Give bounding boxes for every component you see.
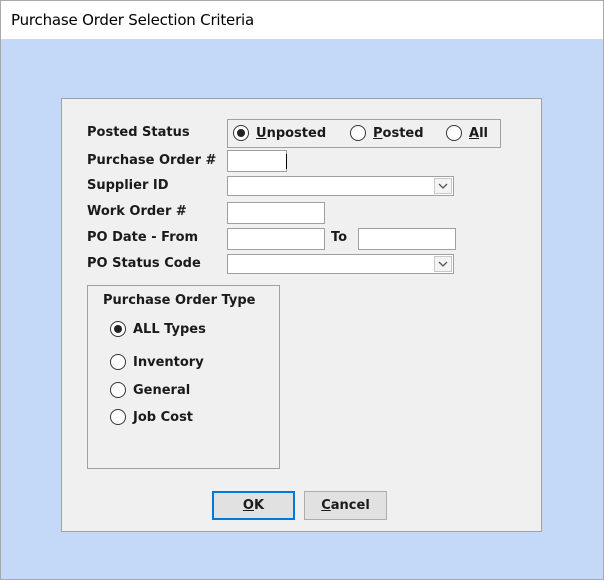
radio-checked-icon bbox=[110, 321, 126, 337]
radio-all-label: All bbox=[469, 125, 488, 141]
dialog-window: Purchase Order Selection Criteria Posted… bbox=[0, 0, 604, 580]
purchase-order-input[interactable] bbox=[228, 151, 286, 171]
cancel-button[interactable]: Cancel bbox=[304, 491, 387, 520]
dropdown-button[interactable] bbox=[434, 178, 452, 194]
radio-job-cost-label: Job Cost bbox=[133, 409, 194, 425]
purchase-order-label: Purchase Order # bbox=[87, 153, 217, 168]
radio-all[interactable]: All bbox=[446, 125, 488, 141]
order-type-title: Purchase Order Type bbox=[103, 293, 256, 308]
text-caret bbox=[286, 154, 287, 169]
po-date-from-input[interactable] bbox=[228, 229, 324, 249]
radio-unchecked-icon bbox=[446, 125, 462, 141]
po-status-code-dropdown[interactable] bbox=[227, 254, 454, 274]
chevron-down-icon bbox=[438, 183, 448, 189]
work-order-input[interactable] bbox=[228, 203, 324, 223]
radio-job-cost[interactable]: Job Cost bbox=[110, 409, 193, 425]
window-title: Purchase Order Selection Criteria bbox=[11, 11, 255, 29]
title-bar[interactable]: Purchase Order Selection Criteria bbox=[1, 1, 603, 39]
po-date-from-label: PO Date - From bbox=[87, 230, 199, 245]
po-status-code-label: PO Status Code bbox=[87, 256, 201, 271]
work-order-label: Work Order # bbox=[87, 204, 187, 219]
radio-all-types-label: ALL Types bbox=[133, 321, 206, 337]
po-date-to-field[interactable] bbox=[358, 228, 456, 250]
work-order-field[interactable] bbox=[227, 202, 325, 224]
supplier-id-label: Supplier ID bbox=[87, 178, 169, 193]
criteria-panel: Posted Status Unposted Posted All Purcha… bbox=[61, 98, 542, 532]
radio-unposted[interactable]: Unposted bbox=[233, 125, 326, 141]
radio-posted[interactable]: Posted bbox=[350, 125, 424, 141]
ok-button[interactable]: OK bbox=[212, 491, 295, 520]
radio-general-label: General bbox=[133, 382, 191, 398]
radio-posted-label: Posted bbox=[373, 125, 424, 141]
po-date-to-input[interactable] bbox=[359, 229, 455, 249]
radio-unchecked-icon bbox=[110, 409, 126, 425]
supplier-id-dropdown[interactable] bbox=[227, 176, 454, 196]
radio-inventory[interactable]: Inventory bbox=[110, 354, 204, 370]
radio-unchecked-icon bbox=[110, 354, 126, 370]
po-date-to-label: To bbox=[331, 230, 348, 245]
radio-checked-icon bbox=[233, 125, 249, 141]
dropdown-button[interactable] bbox=[434, 256, 452, 272]
posted-status-label: Posted Status bbox=[87, 125, 190, 140]
order-type-group: Purchase Order Type ALL Types Inventory … bbox=[87, 285, 280, 469]
radio-unposted-label: Unposted bbox=[256, 125, 327, 141]
radio-inventory-label: Inventory bbox=[133, 354, 204, 370]
chevron-down-icon bbox=[438, 261, 448, 267]
radio-unchecked-icon bbox=[110, 382, 126, 398]
po-date-from-field[interactable] bbox=[227, 228, 325, 250]
radio-general[interactable]: General bbox=[110, 382, 190, 398]
purchase-order-field[interactable] bbox=[227, 150, 287, 172]
posted-status-group: Unposted Posted All bbox=[227, 119, 501, 148]
radio-all-types[interactable]: ALL Types bbox=[110, 321, 206, 337]
radio-unchecked-icon bbox=[350, 125, 366, 141]
